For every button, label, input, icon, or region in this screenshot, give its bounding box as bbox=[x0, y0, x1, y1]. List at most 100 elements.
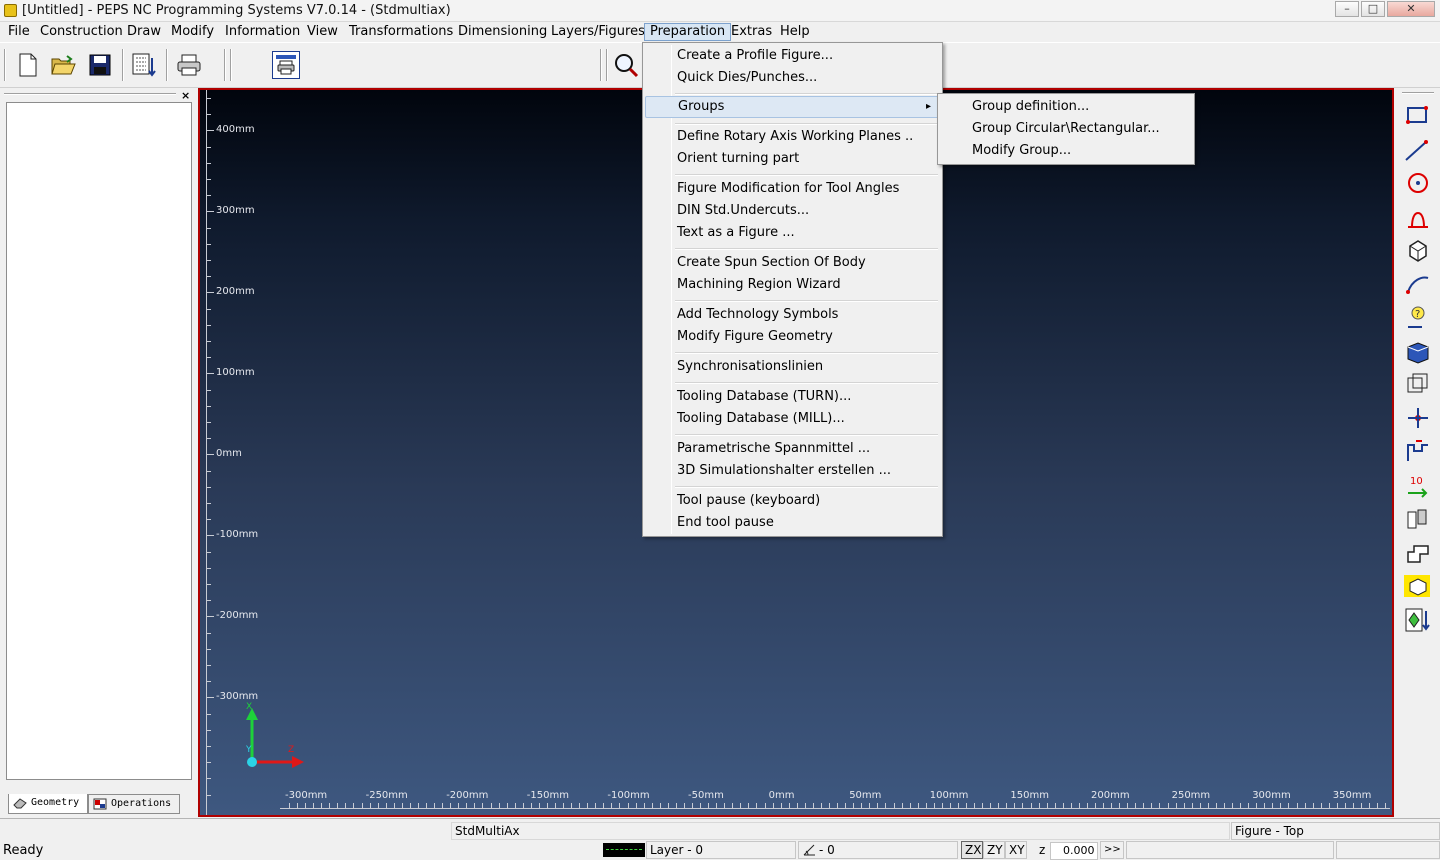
toolbar-separator bbox=[606, 49, 608, 81]
menu-modify[interactable]: Modify bbox=[166, 23, 219, 41]
menu-item-orient-turning-part[interactable]: Orient turning part bbox=[645, 148, 940, 170]
menu-item-figure-modification-tool-angles[interactable]: Figure Modification for Tool Angles bbox=[645, 178, 940, 200]
y-ruler-tick bbox=[206, 227, 211, 229]
menu-construction[interactable]: Construction bbox=[35, 23, 128, 41]
menu-transformations[interactable]: Transformations bbox=[344, 23, 458, 41]
menu-layers-figures[interactable]: Layers/Figures bbox=[546, 23, 650, 41]
svg-text:?: ? bbox=[1415, 309, 1420, 320]
feature-tree[interactable] bbox=[6, 102, 192, 780]
arc-tool-icon[interactable] bbox=[1402, 270, 1432, 300]
circle-tool-icon[interactable] bbox=[1402, 169, 1432, 199]
z-value-input[interactable]: 0.000 bbox=[1050, 842, 1098, 860]
line-style-swatch[interactable] bbox=[603, 843, 645, 857]
x-ruler-tick bbox=[692, 803, 693, 809]
toolbar-separator bbox=[4, 49, 6, 81]
menu-item-create-profile-figure[interactable]: Create a Profile Figure... bbox=[645, 45, 940, 67]
panel-grip[interactable] bbox=[4, 93, 176, 95]
menu-information[interactable]: Information bbox=[220, 23, 305, 41]
x-ruler-tick bbox=[417, 803, 419, 809]
y-ruler-major-tick bbox=[206, 697, 214, 698]
menu-file[interactable]: File bbox=[3, 23, 35, 41]
menu-item-3d-simulationshalter[interactable]: 3D Simulationshalter erstellen ... bbox=[645, 460, 940, 482]
x-ruler-label: -250mm bbox=[365, 790, 408, 801]
print-preview-icon[interactable] bbox=[272, 51, 300, 79]
menu-item-define-rotary-axis-planes[interactable]: Define Rotary Axis Working Planes .. bbox=[645, 126, 940, 148]
x-ruler-tick bbox=[861, 803, 863, 809]
numbering-tool-icon[interactable]: 10 bbox=[1402, 471, 1432, 501]
status-layer[interactable]: Layer - 0 bbox=[646, 841, 796, 859]
menu-view[interactable]: View bbox=[302, 23, 343, 41]
toolbar-grip[interactable] bbox=[1402, 92, 1434, 94]
menu-item-modify-group[interactable]: Modify Group... bbox=[940, 140, 1192, 162]
menu-dimensioning[interactable]: Dimensioning bbox=[453, 23, 552, 41]
x-ruler-tick bbox=[353, 803, 355, 809]
tab-operations[interactable]: Operations bbox=[88, 794, 180, 814]
menu-preparation[interactable]: Preparation bbox=[644, 23, 732, 41]
menu-item-groups[interactable]: Groups ▸ bbox=[645, 96, 940, 118]
x-ruler-tick bbox=[812, 803, 814, 809]
x-ruler-tick bbox=[1006, 803, 1008, 809]
x-ruler-tick bbox=[877, 803, 879, 809]
print-icon[interactable] bbox=[175, 51, 203, 79]
menu-item-din-undercuts[interactable]: DIN Std.Undercuts... bbox=[645, 200, 940, 222]
insert-figure-icon[interactable] bbox=[1402, 605, 1432, 635]
x-ruler-tick bbox=[506, 803, 508, 809]
tab-geometry[interactable]: Geometry bbox=[8, 794, 88, 814]
x-ruler-tick bbox=[764, 803, 766, 809]
menu-item-tool-pause[interactable]: Tool pause (keyboard) bbox=[645, 490, 940, 512]
plane-zy-button[interactable]: ZY bbox=[983, 841, 1005, 859]
y-ruler-major-tick bbox=[206, 616, 214, 617]
axis-triad bbox=[246, 708, 304, 768]
y-ruler-tick bbox=[206, 746, 211, 747]
right-toolbar: ? 10 bbox=[1396, 88, 1440, 818]
wireframe-icon[interactable] bbox=[1402, 370, 1432, 400]
minimize-button[interactable]: – bbox=[1335, 1, 1359, 17]
svg-text:10: 10 bbox=[1410, 476, 1423, 487]
menu-item-modify-figure-geometry[interactable]: Modify Figure Geometry bbox=[645, 326, 940, 348]
close-button[interactable]: ✕ bbox=[1387, 1, 1435, 17]
x-ruler-tick bbox=[1062, 803, 1064, 809]
plane-xy-button[interactable]: XY bbox=[1005, 841, 1027, 859]
document-list-icon[interactable] bbox=[130, 51, 158, 79]
cube-tool-icon[interactable] bbox=[1402, 236, 1432, 266]
menu-item-synchronisationslinien[interactable]: Synchronisationslinien bbox=[645, 356, 940, 378]
rectangle-tool-icon[interactable] bbox=[1402, 102, 1432, 132]
turning-profile-icon[interactable] bbox=[1402, 538, 1432, 568]
status-angle[interactable]: - 0 bbox=[798, 841, 958, 859]
toolbar-separator bbox=[224, 49, 226, 81]
new-file-icon[interactable] bbox=[14, 51, 42, 79]
menu-item-text-as-figure[interactable]: Text as a Figure ... bbox=[645, 222, 940, 244]
x-ruler-tick bbox=[563, 803, 565, 809]
yellow-part-icon[interactable] bbox=[1402, 571, 1432, 601]
measure-tool-icon[interactable] bbox=[1402, 437, 1432, 467]
menu-item-create-spun-section[interactable]: Create Spun Section Of Body bbox=[645, 252, 940, 274]
more-button[interactable]: >> bbox=[1100, 841, 1124, 859]
menu-item-tooling-database-turn[interactable]: Tooling Database (TURN)... bbox=[645, 386, 940, 408]
menu-help[interactable]: Help bbox=[775, 23, 815, 41]
maximize-button[interactable]: □ bbox=[1361, 1, 1385, 17]
profile-tool-icon[interactable] bbox=[1402, 203, 1432, 233]
open-folder-icon[interactable] bbox=[50, 51, 78, 79]
menu-item-machining-region-wizard[interactable]: Machining Region Wizard bbox=[645, 274, 940, 296]
menu-item-add-technology-symbols[interactable]: Add Technology Symbols bbox=[645, 304, 940, 326]
menu-item-end-tool-pause[interactable]: End tool pause bbox=[645, 512, 940, 534]
plane-zx-button[interactable]: ZX bbox=[961, 841, 983, 859]
menu-item-quick-dies-punches[interactable]: Quick Dies/Punches... bbox=[645, 67, 940, 89]
y-ruler-tick bbox=[206, 729, 211, 731]
menu-extras[interactable]: Extras bbox=[726, 23, 777, 41]
menu-item-group-circular-rectangular[interactable]: Group Circular\Rectangular... bbox=[940, 118, 1192, 140]
menu-draw[interactable]: Draw bbox=[122, 23, 166, 41]
menu-item-tooling-database-mill[interactable]: Tooling Database (MILL)... bbox=[645, 408, 940, 430]
menu-item-group-definition[interactable]: Group definition... bbox=[940, 96, 1192, 118]
x-ruler-label: 150mm bbox=[1010, 790, 1049, 801]
solid-view-icon[interactable] bbox=[1402, 337, 1432, 367]
move-tool-icon[interactable] bbox=[1402, 404, 1432, 434]
zoom-icon[interactable] bbox=[612, 51, 640, 79]
x-ruler-tick bbox=[974, 803, 976, 809]
panel-close-button[interactable]: × bbox=[181, 89, 190, 102]
line-tool-icon[interactable] bbox=[1402, 136, 1432, 166]
menu-item-parametrische-spannmittel[interactable]: Parametrische Spannmittel ... bbox=[645, 438, 940, 460]
save-icon[interactable] bbox=[86, 51, 114, 79]
tool-holder-icon[interactable] bbox=[1402, 504, 1432, 534]
help-tool-icon[interactable]: ? bbox=[1402, 303, 1432, 333]
